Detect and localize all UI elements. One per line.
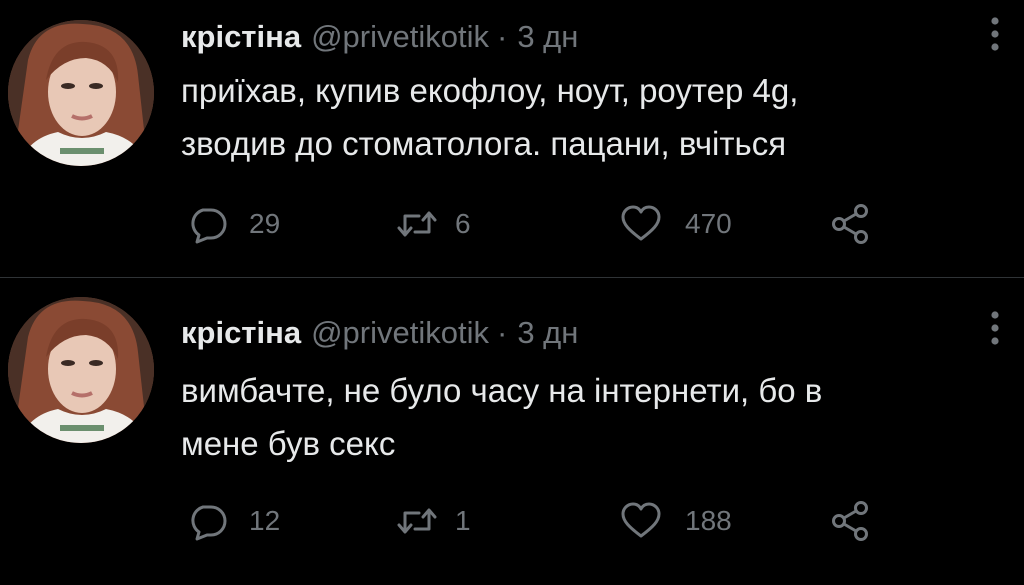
more-options-button[interactable]	[980, 14, 1010, 54]
retweet-icon	[397, 508, 437, 534]
timestamp[interactable]: 3 дн	[517, 19, 578, 55]
reply-button[interactable]: 12	[187, 497, 280, 545]
avatar-image	[8, 297, 154, 443]
tweet-text: приїхав, купив екофлоу, ноут, роутер 4g,…	[181, 72, 799, 162]
tweet[interactable]: крістіна @privetikotik · 3 дн вимбачте, …	[0, 278, 1024, 585]
reply-count: 29	[249, 208, 281, 239]
separator: ·	[496, 19, 508, 54]
like-count: 470	[685, 208, 732, 239]
action-bar: 29 6 470	[187, 200, 907, 248]
retweet-button[interactable]: 1	[395, 497, 471, 545]
retweet-count: 1	[455, 505, 471, 536]
tweet-header: крістіна @privetikotik · 3 дн	[181, 312, 578, 354]
reply-button[interactable]: 29	[187, 200, 280, 248]
separator: ·	[496, 315, 508, 350]
vertical-ellipsis-icon	[991, 17, 999, 51]
tweet-text: вимбачте, не було часу на інтернети, бо …	[181, 372, 823, 462]
share-button[interactable]	[829, 200, 873, 248]
share-icon	[832, 204, 868, 244]
reply-icon	[191, 208, 227, 244]
display-name[interactable]: крістіна	[181, 315, 301, 351]
retweet-icon	[397, 211, 437, 237]
like-count: 188	[685, 505, 732, 536]
vertical-ellipsis-icon	[991, 311, 999, 345]
user-handle[interactable]: @privetikotik	[311, 315, 489, 351]
timestamp[interactable]: 3 дн	[517, 315, 578, 351]
like-button[interactable]: 470	[619, 200, 732, 248]
share-icon	[832, 501, 868, 541]
display-name[interactable]: крістіна	[181, 19, 301, 55]
reply-count: 12	[249, 505, 281, 536]
heart-icon	[621, 205, 661, 241]
heart-icon	[621, 502, 661, 538]
retweet-count: 6	[455, 208, 471, 239]
more-options-button[interactable]	[980, 308, 1010, 348]
action-bar: 12 1 188	[187, 497, 907, 545]
tweet[interactable]: крістіна @privetikotik · 3 дн приїхав, к…	[0, 0, 1024, 277]
reply-icon	[191, 505, 227, 541]
avatar[interactable]	[8, 20, 154, 166]
share-button[interactable]	[829, 497, 873, 545]
like-button[interactable]: 188	[619, 497, 732, 545]
user-handle[interactable]: @privetikotik	[311, 19, 489, 55]
tweet-header: крістіна @privetikotik · 3 дн	[181, 16, 578, 58]
avatar-image	[8, 20, 154, 166]
retweet-button[interactable]: 6	[395, 200, 471, 248]
avatar[interactable]	[8, 297, 154, 443]
